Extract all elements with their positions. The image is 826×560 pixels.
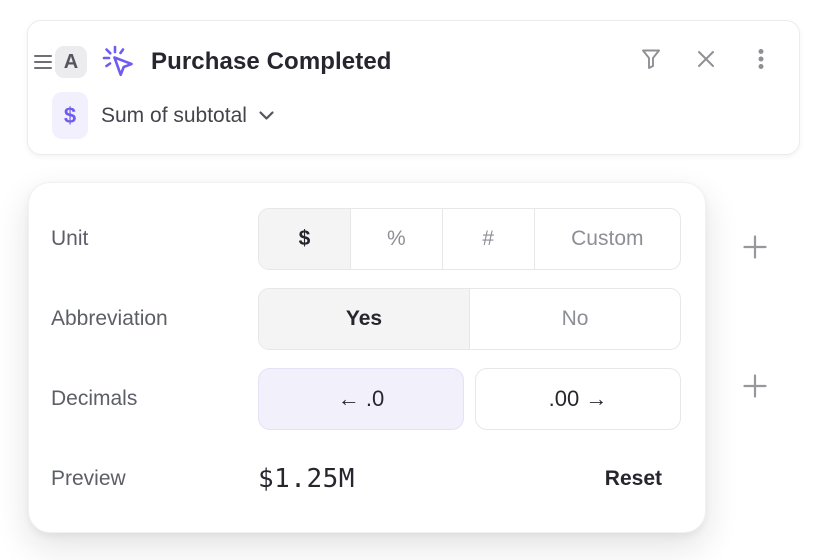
preview-row: Preview $1.25M Reset [51,448,681,510]
decimals-row: Decimals ← .0 .00 → [51,368,681,430]
decimals-controls: ← .0 .00 → [258,368,681,430]
abbreviation-option-no[interactable]: No [470,289,680,349]
kebab-menu-icon[interactable] [749,47,773,71]
decimals-decrease-button[interactable]: ← .0 [258,368,464,430]
unit-row: Unit $ % # Custom [51,208,681,270]
metric-label: Sum of subtotal [101,104,247,128]
metric-format-popover: A Purchase Completed [0,0,826,560]
event-actions [639,47,773,71]
preview-value: $1.25M [258,464,355,494]
unit-option-percent[interactable]: % [351,209,443,269]
abbreviation-option-yes[interactable]: Yes [259,289,470,349]
cursor-click-icon [102,45,136,79]
reset-button[interactable]: Reset [605,467,662,491]
add-button-bottom[interactable] [740,371,770,401]
unit-option-number[interactable]: # [443,209,535,269]
filter-funnel-icon[interactable] [639,47,663,71]
decimals-label: Decimals [51,387,258,411]
add-button-top[interactable] [740,232,770,262]
abbreviation-segmented-control: Yes No [258,288,681,350]
abbreviation-label: Abbreviation [51,307,258,331]
format-panel: Unit $ % # Custom Abbreviation Yes No De… [28,182,706,533]
event-card: A Purchase Completed [27,20,800,155]
event-header-row: A Purchase Completed [28,45,392,79]
decimals-increase-button[interactable]: .00 → [475,368,681,430]
dollar-metric-icon: $ [52,92,88,139]
close-icon[interactable] [694,47,718,71]
unit-label: Unit [51,227,258,251]
metric-selector[interactable]: $ Sum of subtotal [52,92,275,139]
event-title: Purchase Completed [151,48,392,76]
drag-handle-icon[interactable] [34,55,52,69]
unit-option-dollar[interactable]: $ [259,209,351,269]
event-order-badge: A [55,46,87,78]
chevron-down-icon [258,110,275,121]
abbreviation-row: Abbreviation Yes No [51,288,681,350]
unit-segmented-control: $ % # Custom [258,208,681,270]
preview-label: Preview [51,467,258,491]
unit-option-custom[interactable]: Custom [535,209,680,269]
